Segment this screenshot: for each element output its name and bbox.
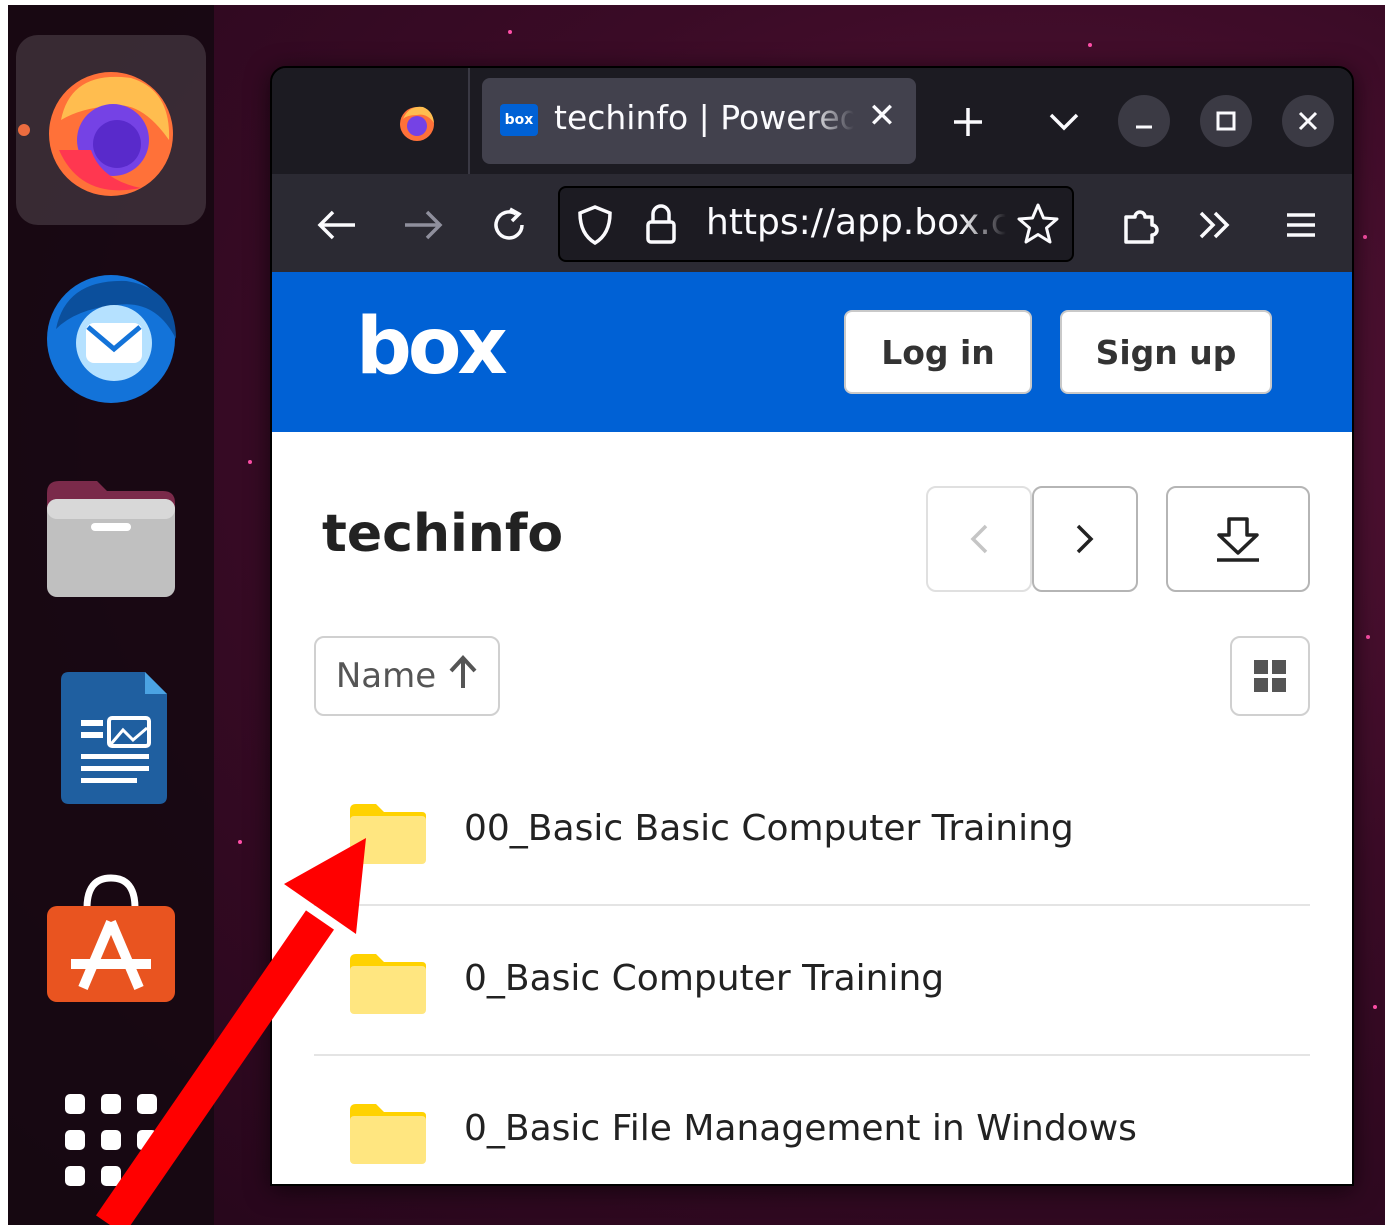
previous-page-button[interactable] — [926, 486, 1032, 592]
libreoffice-impress-icon[interactable] — [16, 643, 206, 833]
sparkle — [508, 30, 512, 34]
sort-by-name-button[interactable]: Name — [314, 636, 500, 716]
tab-title: techinfo | Powered by Box — [554, 98, 854, 137]
thunderbird-icon[interactable] — [16, 239, 206, 429]
grid-view-icon — [1254, 660, 1286, 692]
url-bar[interactable]: https://app.box.com — [558, 186, 1074, 262]
list-item[interactable]: 0_Basic File Management in Windows — [314, 1056, 1310, 1184]
files-icon[interactable] — [16, 443, 206, 633]
overflow-menu-chevrons-icon[interactable] — [1188, 198, 1242, 252]
web-page: box Log in Sign up techinfo Name 00_Basi… — [272, 272, 1352, 1184]
sparkle — [1373, 1005, 1377, 1009]
back-arrow-icon[interactable] — [310, 198, 364, 252]
reload-icon[interactable] — [482, 198, 536, 252]
box-favicon-icon: box — [500, 104, 538, 136]
box-header: box Log in Sign up — [272, 272, 1352, 432]
next-page-button[interactable] — [1032, 486, 1138, 592]
navigation-toolbar: https://app.box.com — [272, 174, 1352, 272]
folder-icon — [348, 802, 428, 866]
hamburger-menu-icon[interactable] — [1274, 198, 1328, 252]
tab-close-icon[interactable]: ✕ — [862, 96, 902, 140]
arrow-up-icon — [448, 654, 478, 699]
sparkle — [1088, 43, 1092, 47]
sparkle — [1366, 635, 1370, 639]
item-name[interactable]: 0_Basic File Management in Windows — [464, 1108, 1137, 1149]
new-tab-icon[interactable] — [942, 96, 994, 148]
folder-icon — [348, 1102, 428, 1166]
shield-icon[interactable] — [576, 204, 614, 250]
minimize-icon[interactable] — [1118, 95, 1170, 147]
page-title: techinfo — [322, 504, 564, 564]
forward-arrow-icon[interactable] — [396, 198, 450, 252]
tab-bar: box techinfo | Powered by Box ✕ — [272, 68, 1352, 174]
tab-active[interactable]: box techinfo | Powered by Box ✕ — [482, 78, 916, 164]
signup-button[interactable]: Sign up — [1060, 310, 1272, 394]
app-center-icon[interactable] — [16, 843, 206, 1033]
list-item[interactable]: 00_Basic Basic Computer Training — [314, 756, 1310, 906]
browser-window: box techinfo | Powered by Box ✕ — [270, 66, 1354, 1186]
firefox-view-icon[interactable] — [392, 98, 442, 148]
dock — [8, 5, 214, 1225]
bookmark-star-icon[interactable] — [1016, 202, 1060, 250]
grid-view-button[interactable] — [1230, 636, 1310, 716]
url-text[interactable]: https://app.box.com — [706, 202, 1006, 248]
download-button[interactable] — [1166, 486, 1310, 592]
desktop: box techinfo | Powered by Box ✕ — [8, 5, 1385, 1225]
item-name[interactable]: 00_Basic Basic Computer Training — [464, 808, 1074, 849]
sparkle — [238, 840, 242, 844]
sort-label: Name — [335, 656, 437, 696]
folder-icon — [348, 952, 428, 1016]
item-name[interactable]: 0_Basic Computer Training — [464, 958, 944, 999]
list-item[interactable]: 0_Basic Computer Training — [314, 906, 1310, 1056]
sparkle — [1363, 235, 1367, 239]
item-list: 00_Basic Basic Computer Training 0_Basic… — [314, 756, 1310, 1184]
list-tabs-chevron-down-icon[interactable] — [1038, 96, 1090, 148]
close-window-icon[interactable] — [1282, 95, 1334, 147]
maximize-icon[interactable] — [1200, 95, 1252, 147]
box-logo[interactable]: box — [356, 302, 508, 392]
login-button[interactable]: Log in — [844, 310, 1032, 394]
tab-separator — [468, 68, 470, 174]
show-apps-icon[interactable] — [16, 1045, 206, 1225]
lock-icon[interactable] — [644, 202, 678, 250]
extensions-puzzle-icon[interactable] — [1114, 198, 1168, 252]
firefox-icon[interactable] — [16, 35, 206, 225]
sparkle — [248, 460, 252, 464]
